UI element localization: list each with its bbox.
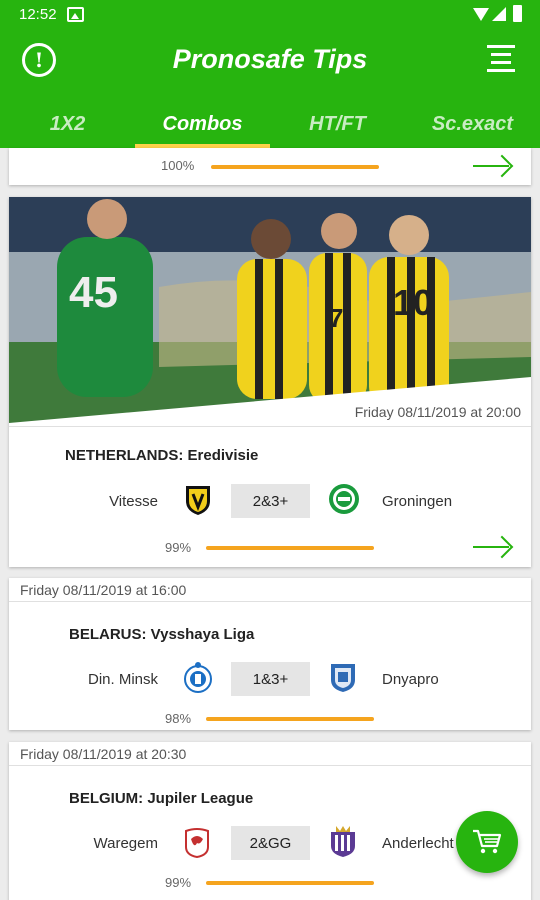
arrow-right-icon[interactable] [473,535,514,559]
status-time: 12:52 [19,6,57,23]
home-team: Vitesse [109,493,158,510]
confidence-bar [206,546,374,550]
signal-icon [492,7,506,21]
match-card[interactable]: 100% [9,148,531,185]
away-team: Anderlecht [382,835,454,852]
arrow-right-icon[interactable] [473,154,514,178]
league-country: NETHERLANDS: [65,447,184,464]
match-card[interactable]: Friday 08/11/2019 at 16:00 BELARUS: Vyss… [9,578,531,730]
confidence-label: 100% [161,158,195,173]
app-bar: 12:52 ! Pronosafe Tips 1X2 Combos HT/FT … [0,0,540,148]
app-title: Pronosafe Tips [172,44,368,74]
wifi-icon [473,8,489,21]
tab-combos[interactable]: Combos [135,100,270,148]
tab-1x2[interactable]: 1X2 [0,100,135,148]
away-team: Groningen [382,493,453,510]
match-card[interactable]: 45 10 7 Friday 08/11/2019 at 20:00 NETHE… [9,197,531,567]
gallery-notification-icon [67,7,84,22]
tab-htft[interactable]: HT/FT [270,100,405,148]
match-photo: 45 10 7 [9,197,531,423]
league-name: Jupiler League [147,790,254,807]
svg-text:7: 7 [329,303,343,333]
divider [9,426,531,427]
dnyapro-logo [331,664,355,692]
league-name: Vysshaya Liga [150,626,255,643]
league-country: BELGIUM: [69,790,144,807]
confidence-bar [206,717,374,721]
league-title: BELGIUM: Jupiler League [9,790,531,807]
cart-button[interactable] [456,811,518,873]
dinamo-minsk-logo [184,662,212,693]
home-team: Waregem [93,835,158,852]
league-title: NETHERLANDS: Eredivisie [9,447,531,464]
svg-text:45: 45 [69,268,118,317]
groningen-logo [329,484,359,514]
tip-value: 1&3+ [231,662,310,696]
home-team: Din. Minsk [87,671,158,688]
league-name: Eredivisie [187,447,259,464]
svg-text:10: 10 [393,282,433,323]
away-team: Dnyapro [382,671,439,688]
cart-icon [473,829,502,854]
confidence-label: 99% [165,540,192,555]
confidence-label: 99% [165,875,192,890]
tip-value: 2&GG [231,826,310,860]
waregem-logo [185,828,209,859]
match-date: Friday 08/11/2019 at 20:30 [9,742,531,766]
confidence-label: 98% [165,711,192,726]
vitesse-logo [186,486,210,515]
league-country: BELARUS: [69,626,147,643]
battery-icon [513,5,522,22]
menu-lines-icon[interactable] [487,45,515,73]
match-card[interactable]: Friday 08/11/2019 at 20:30 BELGIUM: Jupi… [9,742,531,900]
match-date: Friday 08/11/2019 at 20:00 [354,404,521,420]
confidence-bar [206,881,374,885]
confidence-bar [211,165,379,169]
match-date: Friday 08/11/2019 at 16:00 [9,578,531,602]
status-bar: 12:52 [0,0,540,30]
league-title: BELARUS: Vysshaya Liga [9,626,531,643]
anderlecht-logo [331,826,355,857]
tip-value: 2&3+ [231,484,310,518]
tab-sc-exact[interactable]: Sc.exact [405,100,540,148]
tab-bar: 1X2 Combos HT/FT Sc.exact [0,100,540,148]
